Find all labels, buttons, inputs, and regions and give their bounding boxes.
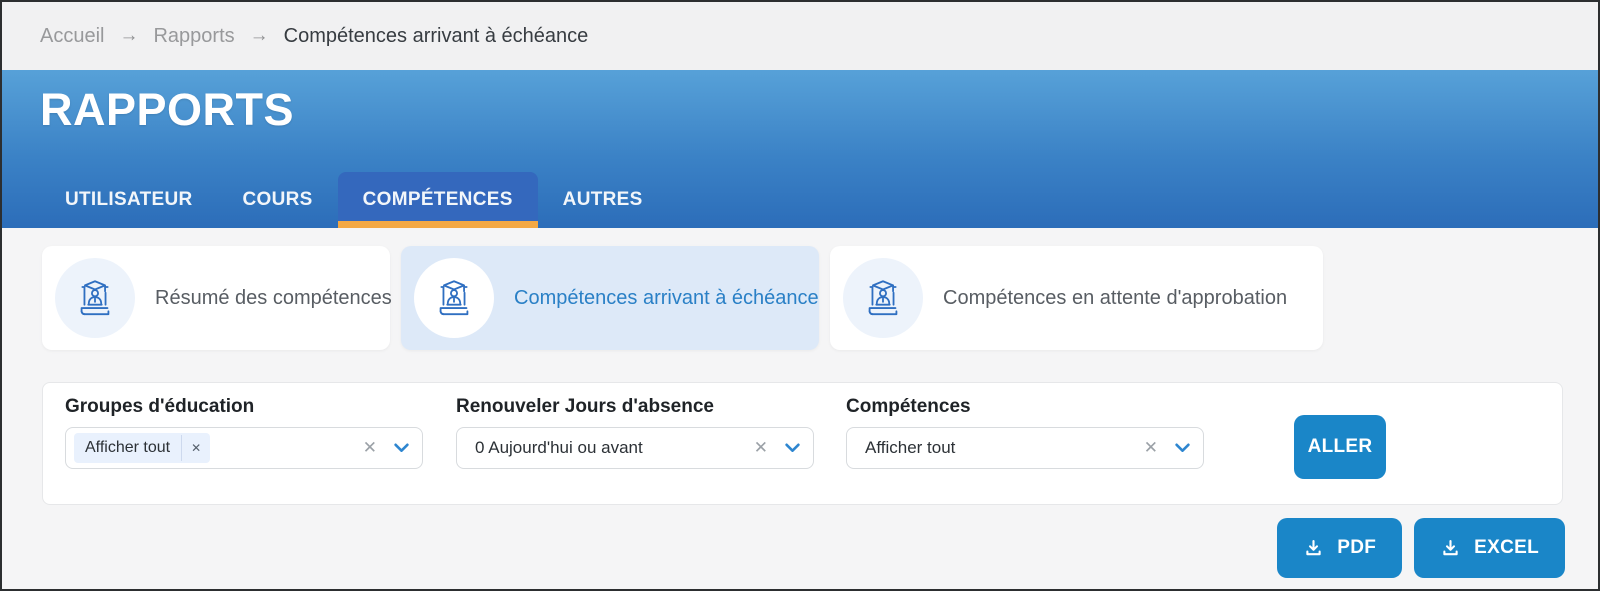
download-icon	[1306, 539, 1321, 555]
tab-competences[interactable]: COMPÉTENCES	[337, 172, 538, 228]
page-header: RAPPORTS UTILISATEUR COURS COMPÉTENCES A…	[2, 70, 1598, 228]
tab-utilisateur[interactable]: UTILISATEUR	[40, 172, 218, 228]
competences-select[interactable]: Afficher tout ✕	[846, 427, 1204, 469]
selected-value: 0 Aujourd'hui ou avant	[475, 438, 643, 457]
chevron-down-icon[interactable]	[394, 443, 409, 453]
breadcrumb-item-rapports[interactable]: Rapports	[153, 25, 234, 48]
download-pdf-button[interactable]: PDF	[1277, 518, 1403, 578]
graduate-scroll-icon	[843, 258, 923, 338]
go-button[interactable]: ALLER	[1294, 415, 1386, 479]
select-controls: ✕	[1144, 438, 1190, 458]
clear-icon[interactable]: ✕	[1144, 438, 1158, 458]
clear-icon[interactable]: ✕	[363, 438, 377, 458]
breadcrumb: Accueil → Rapports → Compétences arrivan…	[2, 2, 1598, 70]
breadcrumb-current-page: Compétences arrivant à échéance	[283, 24, 589, 47]
card-competences-arrivant-a-echeance[interactable]: Compétences arrivant à échéance	[401, 246, 819, 350]
tag-remove-icon[interactable]: ✕	[181, 435, 210, 461]
selected-value-tag: Afficher tout ✕	[74, 433, 211, 463]
renouveler-jours-select[interactable]: 0 Aujourd'hui ou avant ✕	[456, 427, 814, 469]
download-icon	[1443, 539, 1458, 555]
groupes-education-select[interactable]: Afficher tout ✕ ✕	[65, 427, 423, 469]
chevron-down-icon[interactable]	[785, 443, 800, 453]
breadcrumb-arrow-icon: →	[119, 25, 139, 46]
app-window: Accueil → Rapports → Compétences arrivan…	[0, 0, 1600, 591]
select-controls: ✕	[363, 438, 409, 458]
excel-button-label: EXCEL	[1474, 537, 1539, 558]
tab-autres[interactable]: AUTRES	[538, 172, 668, 228]
card-label: Compétences en attente d'approbation	[943, 286, 1288, 309]
tab-cours[interactable]: COURS	[218, 172, 338, 228]
selected-value: Afficher tout	[865, 438, 956, 457]
filter-renouveler-jours-absence: Renouveler Jours d'absence 0 Aujourd'hui…	[456, 396, 814, 469]
filter-competences: Compétences Afficher tout ✕	[846, 396, 1204, 469]
graduate-scroll-icon	[55, 258, 135, 338]
main-content: Résumé des compétences Compétences arriv…	[2, 228, 1598, 587]
filter-label: Groupes d'éducation	[65, 396, 255, 417]
breadcrumb-arrow-icon: →	[249, 25, 269, 46]
clear-icon[interactable]: ✕	[754, 438, 768, 458]
graduate-scroll-icon	[414, 258, 494, 338]
breadcrumb-item-accueil[interactable]: Accueil	[40, 25, 104, 48]
card-label: Résumé des compétences	[155, 286, 392, 309]
card-label: Compétences arrivant à échéance	[514, 286, 819, 309]
filter-panel: Groupes d'éducation Afficher tout ✕ ✕ Re…	[42, 382, 1563, 505]
tag-label: Afficher tout	[85, 439, 171, 456]
tab-bar: UTILISATEUR COURS COMPÉTENCES AUTRES	[40, 172, 668, 228]
filter-label: Compétences	[846, 396, 971, 417]
download-excel-button[interactable]: EXCEL	[1414, 518, 1565, 578]
chevron-down-icon[interactable]	[1175, 443, 1190, 453]
select-controls: ✕	[754, 438, 800, 458]
pdf-button-label: PDF	[1337, 537, 1377, 558]
report-cards-row: Résumé des compétences Compétences arriv…	[42, 246, 1323, 350]
filter-groupes-education: Groupes d'éducation Afficher tout ✕ ✕	[65, 396, 423, 469]
filter-label: Renouveler Jours d'absence	[456, 396, 714, 417]
card-competences-en-attente-approbation[interactable]: Compétences en attente d'approbation	[830, 246, 1323, 350]
export-buttons-row: PDF EXCEL	[1277, 518, 1565, 578]
card-resume-des-competences[interactable]: Résumé des compétences	[42, 246, 392, 350]
page-title: RAPPORTS	[40, 84, 295, 135]
